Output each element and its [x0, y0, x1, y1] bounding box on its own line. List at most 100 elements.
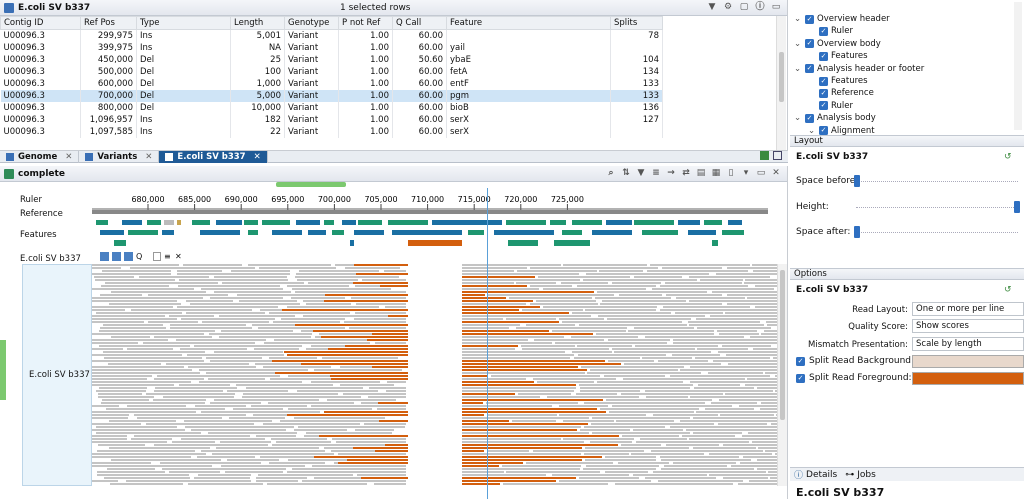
split-bg-checkbox[interactable]: ✓ — [796, 356, 805, 366]
tracks-icon[interactable]: ≡ — [651, 168, 661, 178]
layout-icon[interactable] — [760, 151, 769, 160]
close-icon[interactable]: ✕ — [175, 252, 183, 261]
expand-icon[interactable] — [124, 252, 133, 261]
table-row[interactable]: U00096.3 700,000 Del 5,000 Variant 1.00 60.00 p… — [0, 89, 663, 102]
split-fg-color-button[interactable] — [912, 372, 1024, 385]
feature-arrow[interactable] — [688, 230, 716, 235]
chevron-down-icon[interactable]: ⌄ — [794, 64, 802, 74]
reset-icon[interactable]: ↺ — [1004, 152, 1012, 162]
split-fg-checkbox[interactable]: ✓ — [796, 373, 805, 383]
reset-icon[interactable]: ↺ — [1004, 285, 1012, 295]
chevron-down-icon[interactable]: ⌄ — [794, 39, 802, 49]
details-tab[interactable]: ⓘ Details — [794, 468, 837, 482]
feature-arrow[interactable] — [468, 230, 484, 235]
feature-arrow[interactable] — [728, 220, 742, 225]
tree-item[interactable]: ⌄ ✓ Analysis body — [794, 113, 876, 123]
feature-arrow[interactable] — [122, 220, 142, 225]
feature-arrow[interactable] — [272, 230, 302, 235]
feature-arrow[interactable] — [332, 230, 344, 235]
tree-checkbox[interactable]: ✓ — [819, 88, 828, 98]
feature-arrow[interactable] — [162, 230, 174, 235]
split-bg-color-button[interactable] — [912, 355, 1024, 368]
feature-arrow[interactable] — [562, 230, 582, 235]
column-header[interactable]: Genotype — [284, 16, 339, 30]
expand-icon[interactable] — [112, 252, 121, 261]
tree-checkbox[interactable]: ✓ — [805, 64, 814, 74]
tree-checkbox[interactable]: ✓ — [805, 113, 814, 123]
feature-arrow[interactable] — [722, 230, 744, 235]
feature-arrow[interactable] — [216, 220, 242, 225]
tree-scrollbar[interactable] — [1014, 2, 1022, 130]
minimize-icon[interactable]: ▭ — [771, 2, 781, 12]
column-header[interactable]: Type — [136, 16, 231, 30]
feature-arrow[interactable] — [704, 220, 722, 225]
close-icon[interactable]: ✕ — [771, 168, 781, 178]
feature-arrow[interactable] — [494, 230, 554, 235]
feature-arrow[interactable] — [114, 240, 126, 246]
feature-arrow[interactable] — [392, 230, 462, 235]
table-scrollbar[interactable] — [776, 16, 786, 150]
read-layout-select[interactable]: One or more per line — [912, 302, 1024, 316]
column-header[interactable]: Splits — [610, 16, 663, 30]
feature-arrow[interactable] — [554, 240, 590, 246]
feature-arrow[interactable] — [100, 230, 124, 235]
close-tab-icon[interactable]: ✕ — [254, 152, 261, 162]
space-before-slider[interactable] — [854, 175, 860, 187]
tree-checkbox[interactable]: ✓ — [805, 14, 814, 24]
maximize-icon[interactable] — [773, 151, 782, 160]
zoom-icon[interactable]: ⌕ — [606, 168, 616, 178]
reads-area[interactable] — [92, 264, 777, 486]
expand-icon[interactable] — [100, 252, 109, 261]
table-row[interactable]: U00096.3 399,975 Ins NA Variant 1.00 60.00 yail — [0, 41, 663, 54]
zoom-icon[interactable]: Q — [136, 252, 150, 261]
column-header[interactable]: Ref Pos — [80, 16, 137, 30]
feature-arrow[interactable] — [358, 220, 382, 225]
feature-arrow[interactable] — [408, 240, 462, 246]
feature-arrow[interactable] — [147, 220, 161, 225]
arrow-icon[interactable]: → — [666, 168, 676, 178]
tree-item[interactable]: ✓ Features — [808, 51, 868, 61]
feature-arrow[interactable] — [712, 240, 718, 246]
bars-icon[interactable]: ⇄ — [681, 168, 691, 178]
quality-score-select[interactable]: Show scores — [912, 319, 1024, 333]
feature-arrow[interactable] — [308, 230, 326, 235]
feature-arrow[interactable] — [550, 220, 566, 225]
feature-arrow[interactable] — [572, 220, 602, 225]
chevron-down-icon[interactable]: ⌄ — [794, 14, 802, 24]
table-row[interactable]: U00096.3 800,000 Del 10,000 Variant 1.00 60.00… — [0, 101, 663, 114]
jobs-tab[interactable]: ⊶ Jobs — [845, 470, 876, 480]
feature-arrow[interactable] — [388, 220, 428, 225]
column-header[interactable]: P not Ref — [338, 16, 393, 30]
table-row[interactable]: U00096.3 1,097,585 Ins 22 Variant 1.00 60.00 se… — [0, 125, 663, 138]
feature-arrow[interactable] — [508, 240, 538, 246]
tree-item[interactable]: ✓ Reference — [808, 88, 874, 98]
height-slider[interactable] — [1014, 201, 1020, 213]
close-tab-icon[interactable]: ✕ — [145, 152, 152, 162]
tree-checkbox[interactable]: ✓ — [819, 126, 828, 136]
filter-icon[interactable]: ▼ — [707, 2, 717, 12]
doc-icon[interactable]: ▯ — [726, 168, 736, 178]
mismatch-select[interactable]: Scale by length — [912, 337, 1024, 351]
group-icon[interactable]: ▤ — [696, 168, 706, 178]
feature-arrow[interactable] — [248, 230, 258, 235]
column-header[interactable]: Contig ID — [0, 16, 81, 30]
menu-icon[interactable]: ≡ — [164, 252, 172, 261]
info-icon[interactable]: ⓘ — [755, 2, 765, 12]
feature-arrow[interactable] — [592, 230, 632, 235]
feature-arrow[interactable] — [342, 220, 356, 225]
tab-2[interactable]: E.coli SV b337 ✕ — [159, 151, 268, 163]
column-header[interactable]: Q Call — [392, 16, 447, 30]
feature-arrow[interactable] — [128, 230, 158, 235]
feature-arrow[interactable] — [96, 220, 108, 225]
feature-arrow[interactable] — [506, 220, 546, 225]
tree-item[interactable]: ✓ Ruler — [808, 26, 853, 36]
filter-icon[interactable]: ▼ — [636, 168, 646, 178]
layout-section-header[interactable]: Layout — [790, 135, 1024, 147]
tree-checkbox[interactable]: ✓ — [805, 39, 814, 49]
feature-arrow[interactable] — [164, 220, 174, 225]
menu-icon[interactable]: ▾ — [741, 168, 751, 178]
feature-arrow[interactable] — [350, 240, 354, 246]
feature-arrow[interactable] — [244, 220, 258, 225]
table-row[interactable]: U00096.3 1,096,957 Ins 182 Variant 1.00 60.00 s… — [0, 113, 663, 126]
chevron-down-icon[interactable]: ⌄ — [794, 113, 802, 123]
